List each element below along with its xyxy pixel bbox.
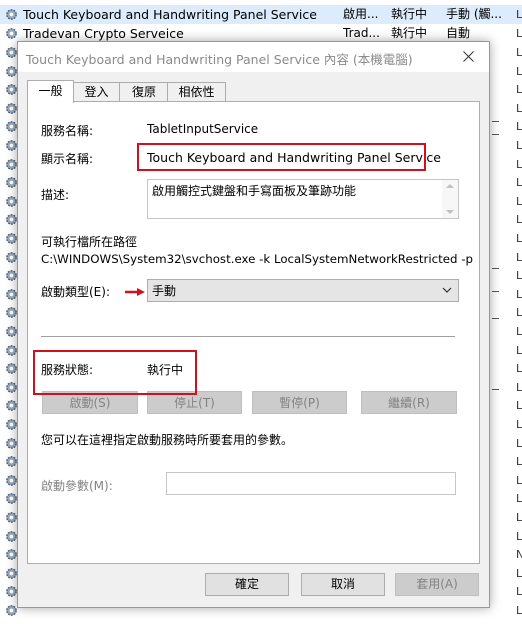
service-logon-truncated: L [516,343,522,357]
service-description-short: 啟用... [343,7,379,21]
service-logon-truncated: L [516,473,522,487]
service-logon-truncated: N [516,548,522,562]
executable-path-value: C:\WINDOWS\System32\svchost.exe -k Local… [41,252,473,266]
title-bar[interactable]: Touch Keyboard and Handwriting Panel Ser… [18,42,489,72]
service-status-highlight [33,350,197,395]
startup-type-select[interactable]: 手動 [147,279,459,302]
service-logon-truncated: L [516,362,522,376]
service-logon-truncated: L [516,213,522,227]
gear-icon [6,9,17,20]
service-logon-truncated: L [516,101,522,115]
startup-type-value: 手動 [152,284,177,298]
tab-logon[interactable]: 登入 [72,82,121,102]
description-scrollbar[interactable] [442,180,458,218]
service-logon-truncated: L [516,83,522,97]
service-logon-truncated: L [516,306,522,320]
service-logon-truncated: L [516,120,522,134]
service-row-touch-keyboard[interactable]: Touch Keyboard and Handwriting Panel Ser… [0,5,522,24]
chevron-down-icon [442,287,452,293]
column-text-fragment [492,134,499,135]
service-logon-truncated: L [516,269,522,283]
red-arrow-icon [125,288,145,296]
service-logon-truncated: L [516,250,522,264]
service-logon-truncated: L [516,529,522,543]
service-logon-truncated: L [516,176,522,190]
column-text-fragment [492,291,499,292]
column-text-fragment [492,318,499,319]
service-state: 執行中 [391,7,428,21]
service-properties-dialog: Touch Keyboard and Handwriting Panel Ser… [17,41,490,608]
display-name-label: 顯示名稱: [41,152,94,166]
apply-button[interactable]: 套用(A) [395,573,479,596]
startup-type-label: 啟動類型(E): [41,285,110,299]
service-startup-type: 手動 (觸... [446,7,502,21]
service-logon-truncated: L [516,399,522,413]
service-logon-truncated: L [516,194,522,208]
tab-general[interactable]: 一般 [27,80,74,103]
service-name: Touch Keyboard and Handwriting Panel Ser… [23,7,317,22]
service-name-value: TabletInputService [147,122,259,136]
start-parameters-input[interactable] [166,472,456,495]
service-logon-truncated: L [516,232,522,245]
service-logon-truncated: L [516,380,522,394]
service-logon-truncated: L [516,511,522,524]
service-logon-truncated: L [516,8,522,21]
service-logon-truncated: L [516,418,522,431]
close-icon [463,51,474,62]
tab-recovery[interactable]: 復原 [119,82,169,102]
service-logon-truncated: L [516,46,522,59]
pause-button[interactable]: 暫停(P) [252,391,347,414]
start-parameters-label: 啟動參數(M): [41,479,113,493]
column-text-fragment [492,121,499,122]
close-button[interactable] [449,42,489,72]
service-logon-truncated: L [516,604,522,617]
scroll-down-icon[interactable] [446,210,454,214]
service-name-label: 服務名稱: [41,124,94,138]
service-logon-truncated: L [516,325,522,338]
tab-dependencies[interactable]: 相依性 [167,82,226,102]
separator [41,336,455,337]
description-text: 啟用觸控式鍵盤和手寫面板及筆跡功能 [152,184,357,198]
dialog-title: Touch Keyboard and Handwriting Panel Ser… [26,52,413,67]
scroll-up-icon[interactable] [446,184,454,188]
cancel-button[interactable]: 取消 [301,573,385,596]
column-text-fragment [492,268,499,269]
ok-button[interactable]: 確定 [205,573,289,596]
resume-button[interactable]: 繼續(R) [361,391,457,414]
service-logon-truncated: L [516,566,522,580]
description-box[interactable]: 啟用觸控式鍵盤和手寫面板及筆跡功能 [147,179,459,219]
service-logon-truncated: L [516,64,522,78]
service-logon-truncated: L [516,492,522,506]
service-logon-truncated: L [516,139,522,152]
service-logon-truncated: L [516,287,522,301]
display-name-highlight [137,143,426,171]
service-logon-truncated: L [516,455,522,469]
description-label: 描述: [41,188,70,202]
executable-path-label: 可執行檔所在路徑 [41,235,138,249]
gear-icon [6,28,17,39]
service-logon-truncated: L [516,585,522,599]
general-tab-panel: 服務名稱: TabletInputService 顯示名稱: Touch Key… [27,101,480,564]
service-logon-truncated: L [516,27,522,40]
column-text-fragment [492,389,499,390]
parameters-hint: 您可以在這裡指定啟動服務時所要套用的參數。 [41,433,294,447]
service-logon-truncated: L [516,436,522,450]
service-logon-truncated: L [516,157,522,171]
